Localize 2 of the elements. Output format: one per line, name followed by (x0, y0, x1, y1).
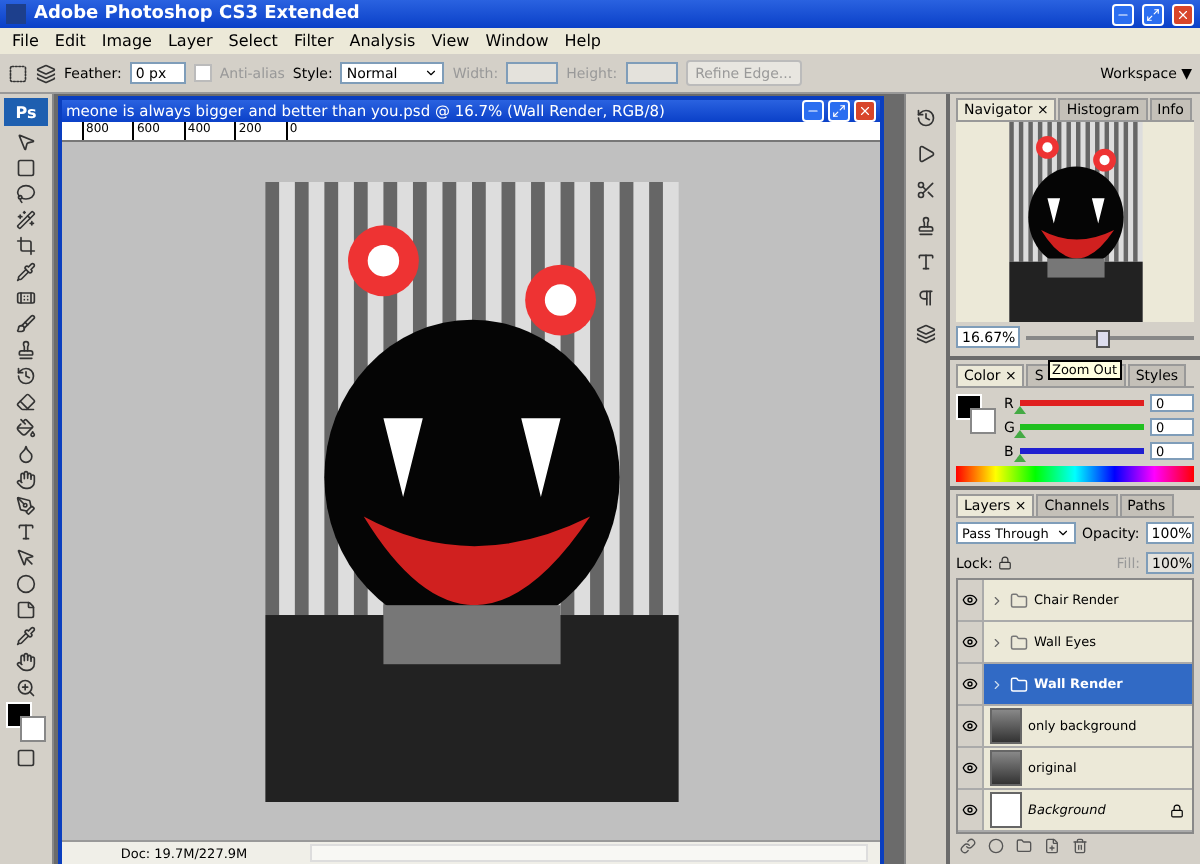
window-title: Adobe Photoshop CS3 Extended (34, 4, 362, 24)
ps-logo: Ps (4, 98, 48, 126)
